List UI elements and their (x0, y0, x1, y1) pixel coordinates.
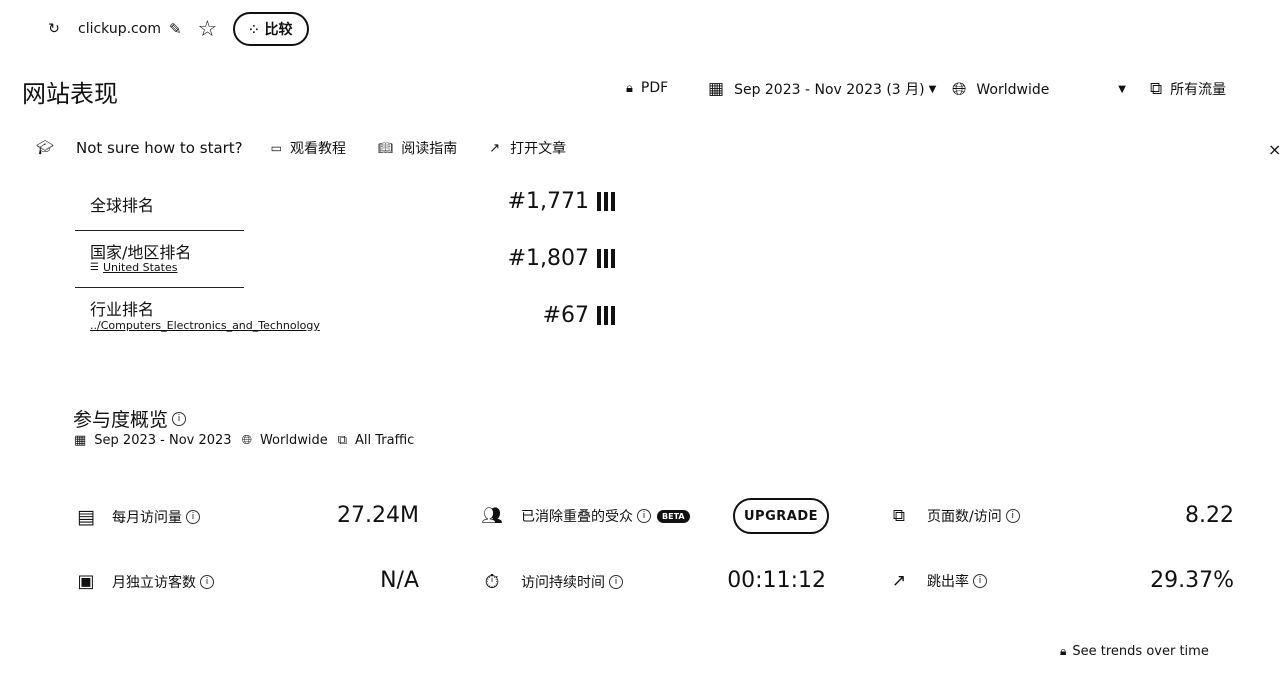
engagement-filters: ▦ Sep 2023 - Nov 2023 🌐︎ Worldwide ⧉ All… (74, 433, 414, 448)
devices-icon: ⧉ (337, 433, 348, 448)
pdf-label: PDF (640, 80, 669, 96)
lock-icon: 🔒︎ (626, 80, 633, 96)
globe-icon: 🌐︎ (952, 79, 967, 100)
top-bar: ↻ clickup.com ✎ ☆ ⁘ 比较 (44, 12, 309, 46)
filter-region: Worldwide (259, 433, 328, 448)
lock-icon: 🔒︎ (1060, 644, 1067, 658)
help-bar: 🎓︎ Not sure how to start? ▭ 观看教程 📖︎ 阅读指南… (32, 138, 566, 158)
compare-button[interactable]: ⁘ 比较 (233, 12, 309, 46)
country-link-row: ☰ United States (90, 261, 177, 274)
flag-icon: ☰ (90, 262, 99, 273)
hat-icon: 🎓︎ (36, 140, 54, 156)
info-icon[interactable]: i (1005, 509, 1020, 523)
unique-visitors-label: ▣ 月独立访客数 i (76, 571, 214, 592)
read-guide-link[interactable]: 📖︎ 阅读指南 (378, 138, 457, 158)
rank-value: #67 (542, 303, 589, 328)
engagement-title: 参与度概览 i (73, 405, 187, 432)
visit-duration-value: 00:11:12 (727, 568, 826, 593)
filter-traffic: All Traffic (355, 433, 415, 448)
bounce-rate-value: 29.37% (1150, 568, 1234, 593)
pdf-button[interactable]: 🔒︎ PDF (626, 80, 668, 96)
close-icon[interactable]: × (1268, 140, 1280, 159)
bounce-rate-label: ↗ 跳出率 i (889, 571, 987, 591)
info-icon[interactable]: i (172, 411, 187, 426)
video-icon: ▭ (270, 141, 282, 155)
compare-label: 比较 (264, 22, 293, 38)
region-label: Worldwide (976, 81, 1050, 98)
rank-value: #1,807 (507, 246, 589, 271)
calendar-icon: ▦ (708, 79, 725, 99)
upgrade-label: UPGRADE (744, 508, 818, 524)
id-card-icon: ▣ (77, 571, 95, 592)
dedup-audience-label: 👥︎ 已消除重叠的受众 i BETA (481, 506, 690, 526)
rank-label: 国家/地区排名 (90, 243, 192, 262)
rank-label: 全球排名 (90, 196, 155, 215)
grid-icon: ⁘ (249, 22, 259, 36)
globe-icon: 🌐︎ (241, 433, 252, 448)
page-title: 网站表现 (22, 80, 118, 108)
edit-icon[interactable]: ✎ (169, 20, 182, 38)
rank-label: 行业排名 (90, 300, 155, 319)
rank-value-country: #1,807 (460, 246, 615, 271)
filter-date: Sep 2023 - Nov 2023 (94, 433, 232, 448)
domain-name: clickup.com (78, 21, 161, 37)
calendar-icon: ▤ (77, 506, 95, 528)
rank-value: #1,771 (507, 189, 589, 214)
chart-icon[interactable] (597, 192, 615, 211)
country-link[interactable]: United States (103, 261, 178, 274)
rank-value-global: #1,771 (460, 189, 615, 214)
monthly-visits-value: 27.24M (337, 503, 419, 528)
trend-arrow-icon: ↗ (891, 571, 907, 591)
chevron-down-icon: ▼ (1118, 84, 1126, 95)
info-icon[interactable]: i (200, 574, 214, 589)
chevron-down-icon: ▼ (928, 83, 937, 95)
calendar-icon: ▦ (74, 433, 87, 448)
rank-value-industry: #67 (460, 303, 615, 328)
star-icon[interactable]: ☆ (198, 17, 218, 42)
refresh-icon[interactable]: ↻ (44, 21, 64, 37)
watch-tutorial-label: 观看教程 (290, 141, 346, 157)
external-link-icon: ↗ (489, 140, 501, 156)
region-dropdown[interactable]: 🌐︎ Worldwide ▼ (952, 79, 1126, 100)
pages-icon: ⧉ (892, 506, 906, 526)
chart-icon[interactable] (597, 249, 615, 268)
date-range-label: Sep 2023 - Nov 2023 (3 月) (734, 82, 925, 98)
date-range-dropdown[interactable]: ▦ Sep 2023 - Nov 2023 (3 月) ▼ (708, 79, 936, 99)
pages-per-visit-label: ⧉ 页面数/访问 i (889, 506, 1020, 526)
info-icon[interactable]: i (637, 509, 651, 523)
book-icon: 📖︎ (378, 141, 394, 155)
section-title: 参与度概览 (73, 409, 169, 431)
visit-duration-label: ⏱︎ 访问持续时间 i (481, 571, 623, 593)
beta-badge: BETA (657, 509, 690, 523)
upgrade-button[interactable]: UPGRADE (733, 498, 829, 534)
see-trends-button[interactable]: 🔒︎ See trends over time (1060, 644, 1209, 659)
help-prompt: Not sure how to start? (76, 139, 243, 157)
category-link[interactable]: ../Computers_Electronics_and_Technology (90, 319, 320, 332)
open-article-link[interactable]: ↗ 打开文章 (489, 138, 566, 158)
divider (75, 287, 244, 288)
read-guide-label: 阅读指南 (401, 141, 458, 157)
info-icon[interactable]: i (973, 574, 987, 588)
watch-tutorial-link[interactable]: ▭ 观看教程 (271, 138, 346, 158)
see-trends-label: See trends over time (1072, 644, 1209, 659)
open-article-label: 打开文章 (510, 141, 567, 157)
unique-visitors-value: N/A (380, 568, 419, 593)
chart-icon[interactable] (597, 306, 615, 325)
divider (75, 230, 244, 231)
info-icon[interactable]: i (609, 575, 623, 589)
stopwatch-icon: ⏱︎ (484, 571, 500, 593)
traffic-label: 所有流量 (1170, 82, 1227, 98)
info-icon[interactable]: i (186, 510, 200, 524)
pages-per-visit-value: 8.22 (1185, 503, 1234, 528)
traffic-dropdown[interactable]: ⧉ 所有流量 (1150, 79, 1226, 99)
devices-icon: ⧉ (1150, 79, 1163, 99)
users-icon: 👥︎ (481, 506, 503, 526)
monthly-visits-label: ▤ 每月访问量 i (76, 506, 200, 528)
